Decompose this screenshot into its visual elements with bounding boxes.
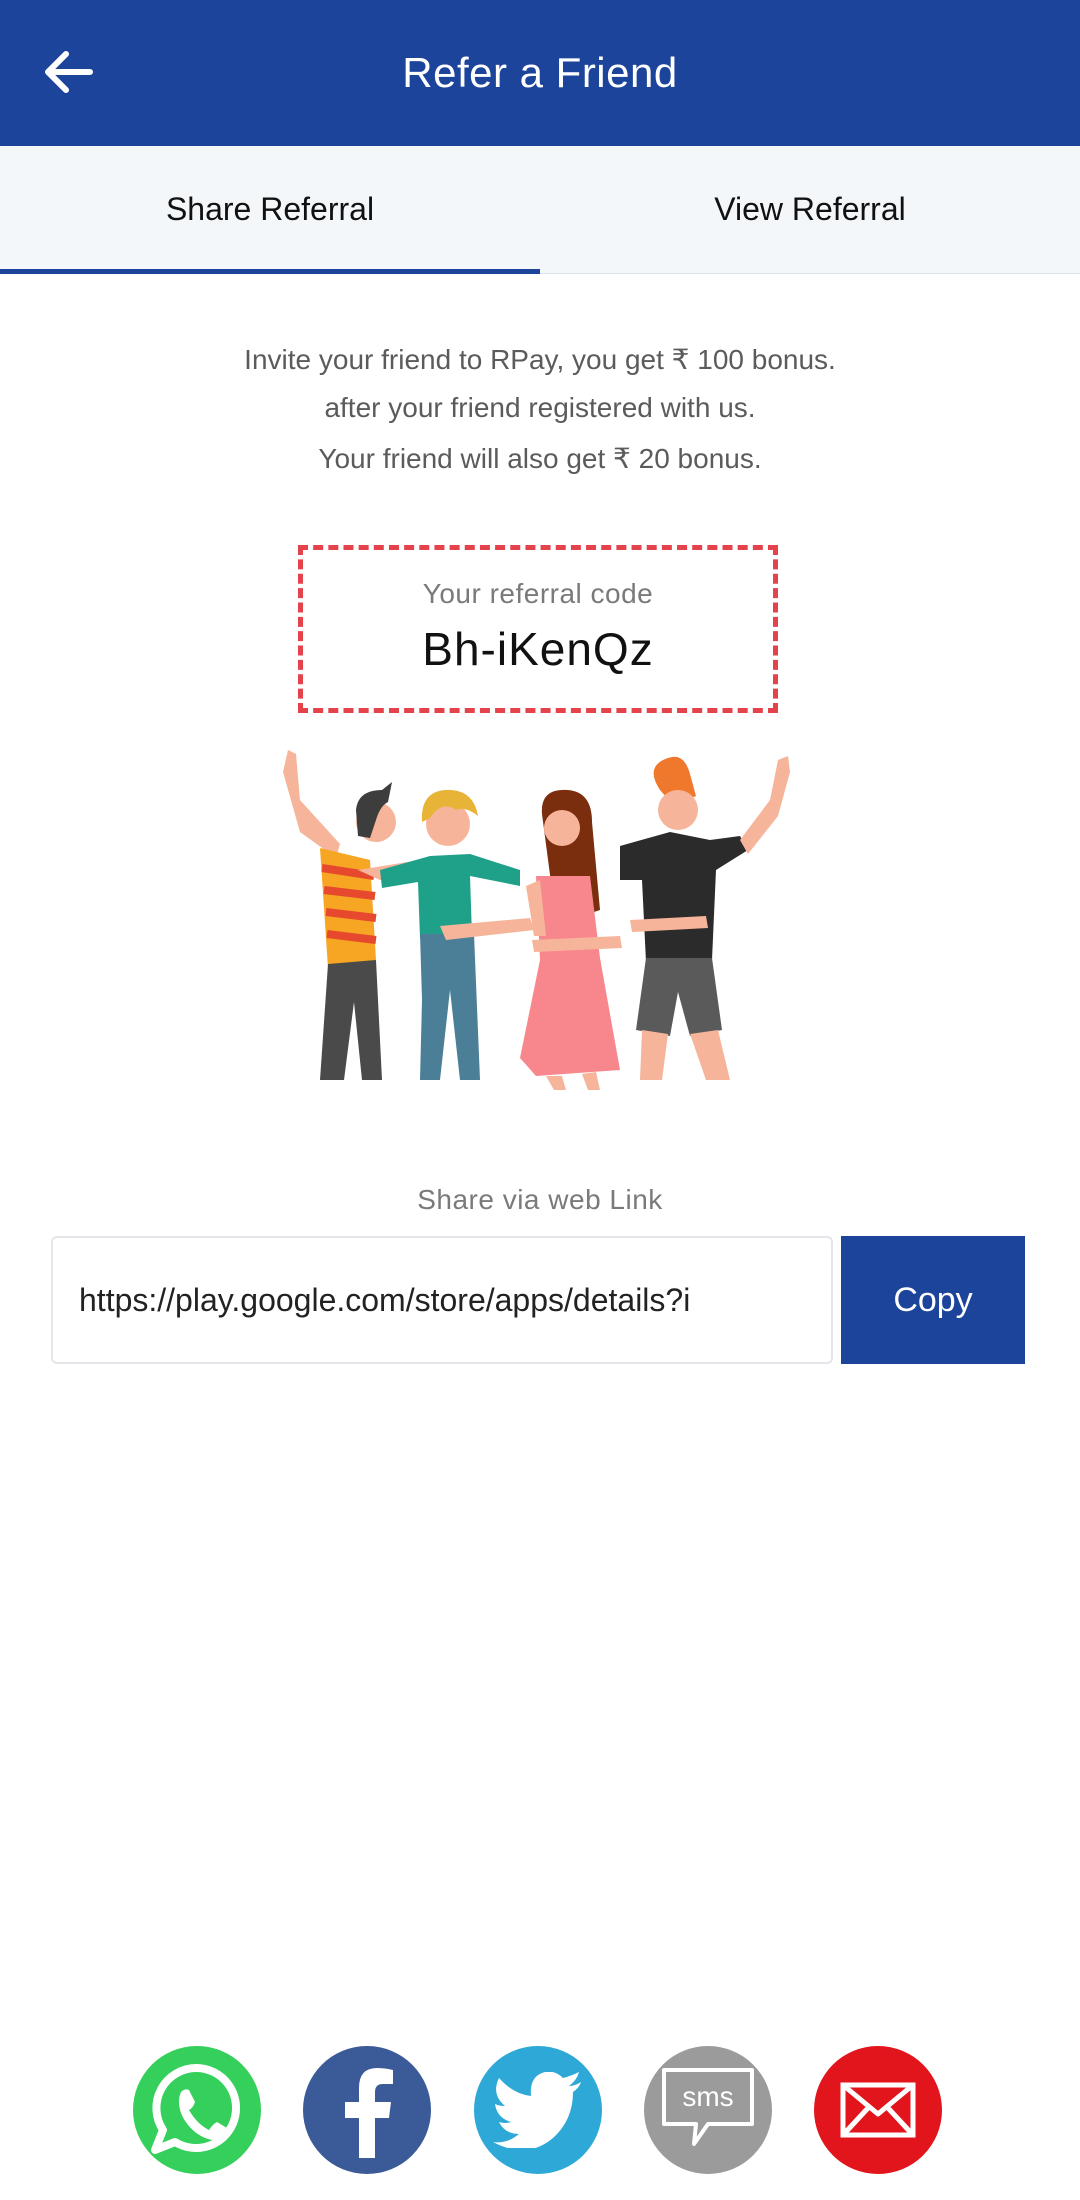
tab-share-referral[interactable]: Share Referral bbox=[0, 146, 540, 274]
invite-line-2: after your friend registered with us. bbox=[324, 392, 756, 423]
back-button[interactable] bbox=[28, 32, 108, 112]
invite-line-1: Invite your friend to RPay, you get ₹ 10… bbox=[244, 344, 836, 375]
arrow-left-icon bbox=[45, 51, 93, 93]
sms-icon-label: sms bbox=[682, 2081, 733, 2112]
referral-code-box: Your referral code Bh-iKenQz bbox=[298, 545, 778, 713]
share-whatsapp-button[interactable] bbox=[133, 2046, 261, 2174]
friend-3-figure bbox=[520, 789, 622, 1090]
invite-description: Invite your friend to RPay, you get ₹ 10… bbox=[0, 336, 1080, 483]
facebook-icon bbox=[345, 2068, 393, 2158]
friend-2-figure bbox=[380, 789, 534, 1080]
share-via-link-label: Share via web Link bbox=[417, 1184, 663, 1215]
twitter-icon bbox=[493, 2072, 581, 2148]
page-title: Refer a Friend bbox=[402, 49, 678, 96]
friends-illustration bbox=[283, 750, 790, 1090]
referral-code: Bh-iKenQz bbox=[422, 623, 654, 675]
share-link-field[interactable] bbox=[51, 1236, 833, 1364]
referral-code-label: Your referral code bbox=[422, 578, 654, 609]
copy-button[interactable]: Copy bbox=[841, 1236, 1025, 1364]
sms-icon: sms bbox=[662, 2068, 754, 2146]
tab-bar: Share Referral View Referral bbox=[0, 146, 1080, 274]
share-facebook-button[interactable] bbox=[303, 2046, 431, 2174]
app-bar: Refer a Friend bbox=[0, 0, 1080, 146]
friend-4-figure bbox=[620, 756, 790, 1080]
share-twitter-button[interactable] bbox=[474, 2046, 602, 2174]
share-sms-button[interactable]: sms bbox=[644, 2046, 772, 2174]
share-email-button[interactable] bbox=[814, 2046, 942, 2174]
email-icon bbox=[840, 2082, 916, 2138]
whatsapp-icon bbox=[151, 2063, 241, 2154]
tab-view-referral[interactable]: View Referral bbox=[540, 146, 1080, 273]
invite-line-3: Your friend will also get ₹ 20 bonus. bbox=[318, 443, 762, 474]
